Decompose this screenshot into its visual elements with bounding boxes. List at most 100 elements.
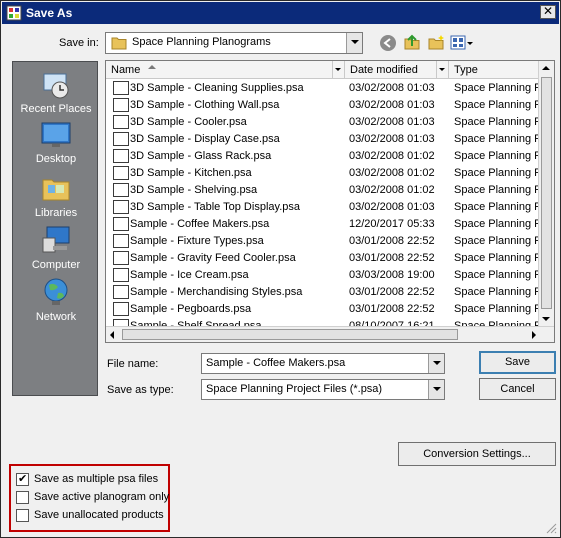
file-name: 3D Sample - Display Case.psa [130, 133, 280, 145]
chevron-down-icon[interactable] [436, 61, 448, 78]
file-row[interactable]: Sample - Gravity Feed Cooler.psa 03/01/20… [106, 250, 549, 267]
file-icon [113, 81, 129, 95]
place-desktop[interactable]: Desktop [13, 120, 99, 165]
file-type: Space Planning P... [454, 303, 550, 315]
file-type: Space Planning P... [454, 269, 550, 281]
cancel-button[interactable]: Cancel [479, 378, 556, 400]
file-date: 03/03/2008 19:00 [349, 269, 435, 281]
horizontal-scroll-thumb[interactable] [122, 329, 458, 340]
file-date: 03/02/2008 01:03 [349, 99, 435, 111]
resize-grip-icon[interactable] [546, 523, 557, 534]
file-name: 3D Sample - Table Top Display.psa [130, 201, 300, 213]
file-row[interactable]: 3D Sample - Kitchen.psa 03/02/2008 01:02 S… [106, 165, 549, 182]
file-row[interactable]: Sample - Ice Cream.psa 03/03/2008 19:00 Sp… [106, 267, 549, 284]
file-icon [113, 217, 129, 231]
save-type-value: Space Planning Project Files (*.psa) [206, 383, 383, 395]
column-date-label: Date modified [350, 64, 418, 76]
file-row[interactable]: 3D Sample - Shelving.psa 03/02/2008 01:02… [106, 182, 549, 199]
file-rows: 3D Sample - Cleaning Supplies.psa 03/02/2… [106, 80, 549, 335]
save-in-combo[interactable]: Space Planning Planograms [105, 32, 363, 54]
file-date: 03/02/2008 01:03 [349, 133, 435, 145]
file-name: 3D Sample - Cleaning Supplies.psa [130, 82, 304, 94]
file-date: 03/02/2008 01:02 [349, 184, 435, 196]
file-row[interactable]: 3D Sample - Cleaning Supplies.psa 03/02/2… [106, 80, 549, 97]
chevron-down-icon[interactable] [428, 380, 444, 399]
file-name: Sample - Coffee Makers.psa [130, 218, 270, 230]
back-icon[interactable] [379, 34, 397, 52]
close-button[interactable]: ✕ [540, 5, 556, 19]
file-name: 3D Sample - Glass Rack.psa [130, 150, 272, 162]
sort-ascending-icon [148, 65, 156, 69]
view-menu-icon[interactable] [450, 34, 474, 52]
folder-icon [111, 37, 127, 50]
file-date: 03/01/2008 22:52 [349, 303, 435, 315]
place-network[interactable]: Network [13, 276, 99, 323]
file-icon [113, 268, 129, 282]
file-row[interactable]: 3D Sample - Glass Rack.psa 03/02/2008 01:… [106, 148, 549, 165]
save-type-label: Save as type: [107, 384, 174, 396]
checkbox[interactable] [16, 491, 29, 504]
scroll-left-icon[interactable] [110, 331, 114, 339]
app-icon [6, 5, 22, 21]
file-icon [113, 251, 129, 265]
up-folder-icon[interactable] [403, 33, 421, 51]
column-type-label: Type [454, 64, 478, 76]
file-icon [113, 98, 129, 112]
file-row[interactable]: 3D Sample - Clothing Wall.psa 03/02/2008 … [106, 97, 549, 114]
vertical-scroll-thumb[interactable] [541, 77, 552, 309]
file-row[interactable]: 3D Sample - Display Case.psa 03/02/2008 0… [106, 131, 549, 148]
file-type: Space Planning P... [454, 235, 550, 247]
desktop-icon [41, 122, 71, 147]
place-libraries[interactable]: Libraries [13, 172, 99, 219]
column-header-type[interactable]: Type [449, 61, 540, 79]
chevron-down-icon[interactable] [346, 33, 362, 53]
scroll-up-icon[interactable] [542, 66, 550, 70]
checkbox[interactable] [16, 509, 29, 522]
scroll-right-icon[interactable] [532, 331, 536, 339]
file-type: Space Planning P... [454, 133, 550, 145]
save-options-group: Save as multiple psa files Save active p… [9, 464, 170, 532]
save-button[interactable]: Save [479, 351, 556, 374]
chevron-down-icon[interactable] [428, 354, 444, 373]
place-recent-places[interactable]: Recent Places [13, 68, 99, 115]
file-date: 03/02/2008 01:03 [349, 82, 435, 94]
place-computer[interactable]: Computer [13, 224, 99, 271]
column-name-label: Name [111, 64, 141, 76]
horizontal-scrollbar[interactable] [106, 326, 554, 342]
file-icon [113, 302, 129, 316]
save-type-select[interactable]: Space Planning Project Files (*.psa) [201, 379, 445, 400]
column-header-date[interactable]: Date modified [345, 61, 449, 79]
checkbox-checked[interactable] [16, 472, 29, 486]
place-label: Desktop [35, 153, 77, 165]
file-list[interactable]: Name Date modified Type 3D Sample - Clea… [105, 60, 555, 343]
file-date: 03/02/2008 01:02 [349, 167, 435, 179]
option-label: Save active planogram only [34, 491, 170, 503]
scroll-down-icon[interactable] [542, 317, 550, 321]
new-folder-icon[interactable] [427, 34, 445, 52]
file-type: Space Planning P... [454, 167, 550, 179]
file-row[interactable]: 3D Sample - Cooler.psa 03/02/2008 01:03 Sp… [106, 114, 549, 131]
file-row[interactable]: 3D Sample - Table Top Display.psa 03/02/2… [106, 199, 549, 216]
file-name: Sample - Ice Cream.psa [130, 269, 249, 281]
chevron-down-icon[interactable] [332, 61, 344, 78]
conversion-settings-button[interactable]: Conversion Settings... [398, 442, 556, 466]
file-name: Sample - Fixture Types.psa [130, 235, 264, 247]
file-row[interactable]: Sample - Coffee Makers.psa 12/20/2017 05:… [106, 216, 549, 233]
file-icon [113, 115, 129, 129]
place-label: Recent Places [20, 103, 92, 115]
file-type: Space Planning P... [454, 218, 550, 230]
file-name-field[interactable]: Sample - Coffee Makers.psa [201, 353, 445, 374]
file-date: 03/02/2008 01:03 [349, 201, 435, 213]
file-row[interactable]: Sample - Pegboards.psa 03/01/2008 22:52 Sp… [106, 301, 549, 318]
file-icon [113, 132, 129, 146]
file-type: Space Planning P... [454, 252, 550, 264]
file-row[interactable]: Sample - Merchandising Styles.psa 03/01/2… [106, 284, 549, 301]
vertical-scrollbar[interactable] [538, 61, 554, 326]
column-header-name[interactable]: Name [106, 61, 345, 79]
file-row[interactable]: Sample - Fixture Types.psa 03/01/2008 22:… [106, 233, 549, 250]
file-icon [113, 200, 129, 214]
file-type: Space Planning P... [454, 184, 550, 196]
file-date: 03/01/2008 22:52 [349, 235, 435, 247]
file-date: 03/01/2008 22:52 [349, 286, 435, 298]
file-icon [113, 149, 129, 163]
